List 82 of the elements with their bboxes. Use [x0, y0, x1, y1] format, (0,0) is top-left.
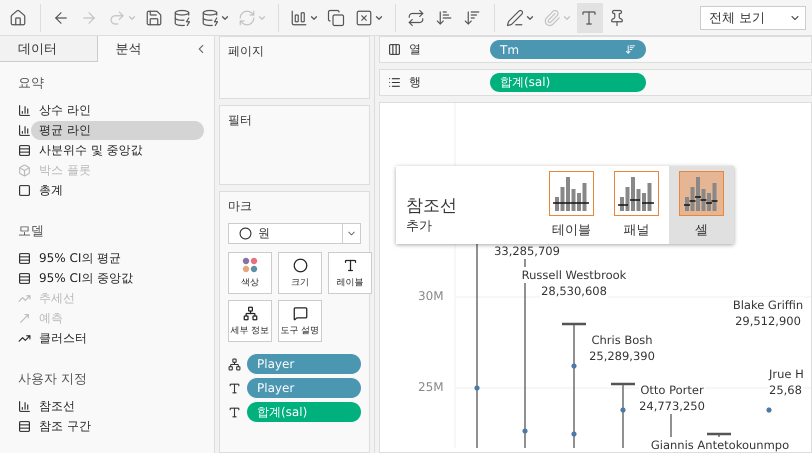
mark-property-button[interactable]: 크기 [278, 252, 322, 294]
rows-icon [388, 76, 401, 89]
mark-property-button[interactable]: 색상 [228, 252, 272, 294]
scope-option[interactable]: 테이블 [538, 166, 604, 244]
pin-icon [608, 8, 626, 26]
table-reference-line-icon [552, 174, 590, 212]
refresh-icon [238, 8, 256, 26]
show-labels-button[interactable] [577, 2, 603, 32]
pause-updates-icon [201, 8, 219, 26]
mark-label: Blake Griffin [732, 297, 804, 313]
axis-tick-label: 30M [418, 289, 444, 303]
highlight-icon [506, 8, 524, 26]
section-title: 요약 [17, 75, 45, 93]
card-title: 페이지 [228, 43, 265, 60]
shelf-label: 행 [409, 74, 421, 91]
bar-chart-icon [18, 124, 31, 136]
scope-option[interactable]: 패널 [604, 166, 669, 244]
mark-label: Russell Westbrook [520, 267, 628, 283]
redo-icon [108, 8, 126, 26]
cell-reference-line-icon [682, 174, 720, 212]
analytics-item[interactable]: 95% CI의 평균 [31, 248, 130, 268]
detail-icon [228, 358, 241, 370]
circle-icon [239, 227, 252, 240]
mark-label: 33,285,709 [493, 243, 561, 259]
new-worksheet-icon [290, 8, 308, 26]
button-label: 도구 설명 [280, 324, 320, 336]
button-label: 레이블 [336, 276, 364, 288]
band-icon [18, 420, 31, 432]
size-icon [292, 258, 308, 272]
mark-type-dropdown[interactable]: 원 [228, 223, 361, 244]
mark-property-button[interactable]: 레이블 [328, 252, 372, 294]
button-label: 세부 정보 [230, 324, 270, 336]
analytics-item[interactable]: 총계 [31, 180, 71, 200]
show-labels-icon [580, 8, 598, 26]
shelf-label: 열 [409, 41, 421, 58]
tooltip-icon [292, 306, 308, 320]
analytics-item[interactable]: 평균 라인 [31, 120, 204, 140]
columns-icon [388, 43, 401, 56]
button-label: 색상 [241, 276, 259, 289]
axis-tick-label: 25M [418, 380, 444, 394]
section-title: 사용자 지정 [17, 371, 88, 389]
pane-reference-line-icon [617, 174, 656, 212]
box-plot-icon [18, 164, 31, 176]
sort-descending-icon [463, 8, 481, 26]
sort-ascending-icon [435, 8, 453, 26]
sort-icon [625, 44, 636, 55]
text-icon [342, 258, 358, 272]
side-tab[interactable]: 데이터 [0, 36, 98, 62]
analytics-item[interactable]: 95% CI의 중앙값 [31, 268, 142, 288]
new-data-source-icon [173, 8, 191, 26]
bar-chart-icon [18, 104, 31, 116]
duplicate-sheet-icon [327, 8, 345, 26]
analytics-item[interactable]: 상수 라인 [31, 100, 99, 120]
clear-sheet-icon [355, 8, 373, 26]
scope-option[interactable]: 셀 [668, 166, 734, 244]
button-label: 크기 [291, 276, 309, 288]
mark-property-button[interactable]: 도구 설명 [278, 300, 322, 342]
analytics-item[interactable]: 참조선 [31, 396, 83, 416]
card-title: 마크 [228, 198, 253, 215]
swap-icon [407, 8, 425, 26]
detail-icon [242, 306, 258, 320]
arrow-icon [18, 312, 31, 324]
section-title: 모델 [17, 223, 45, 241]
analytics-item[interactable]: 참조 구간 [31, 416, 99, 436]
card-title: 필터 [228, 112, 253, 129]
band-icon [18, 252, 31, 264]
popup-title: 참조선 [406, 194, 458, 216]
bar-chart-icon [18, 400, 31, 412]
square-icon [18, 184, 31, 196]
text-icon [228, 406, 241, 418]
band-icon [18, 272, 31, 284]
color-dots-icon [242, 257, 258, 273]
mark-property-button[interactable]: 세부 정보 [228, 300, 272, 342]
view-size-dropdown[interactable]: 전체 보기 [700, 6, 806, 30]
band-icon [18, 144, 31, 156]
analytics-item[interactable]: 사분위수 및 중앙값 [31, 140, 151, 160]
save-icon [145, 8, 163, 26]
mark-label: Giannis Antetokounmpo [650, 437, 790, 452]
mark-value-label: 24,773,250 [638, 398, 706, 414]
popup-subtitle: 추가 [406, 218, 433, 234]
text-icon [228, 382, 241, 394]
analytics-item[interactable]: 클러스터 [31, 328, 95, 348]
